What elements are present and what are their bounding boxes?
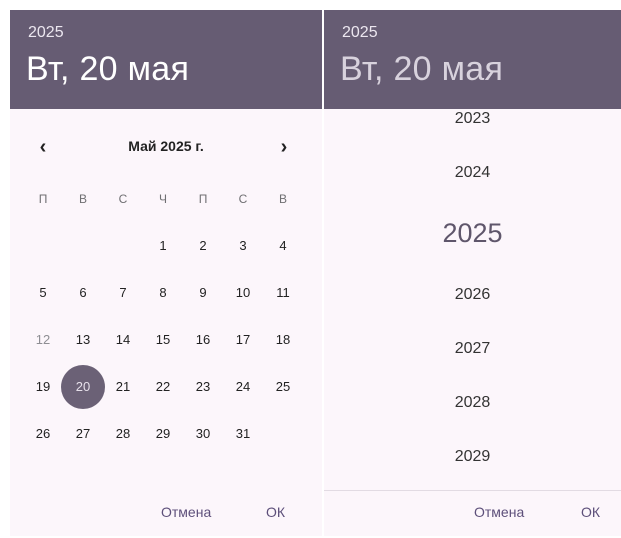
day-number: 28: [115, 426, 131, 441]
day-number: 10: [235, 285, 251, 300]
day-cell[interactable]: 3: [223, 222, 263, 269]
ok-button[interactable]: ОК: [266, 504, 285, 520]
year-item[interactable]: 2028: [324, 394, 621, 412]
header-date[interactable]: Вт, 20 мая: [340, 50, 503, 89]
day-number: 4: [279, 238, 287, 253]
day-grid: 1 2 3 4 5 6 7 8 9 10 11 12 13 14 15 16 1…: [23, 222, 303, 457]
day-cell[interactable]: 6: [63, 269, 103, 316]
weekday-label: В: [78, 192, 87, 206]
year-item[interactable]: 2024: [324, 164, 621, 182]
dialog-actions: Отмена ОК: [10, 490, 322, 536]
day-number: 8: [159, 285, 167, 300]
day-cell[interactable]: 9: [183, 269, 223, 316]
day-cell[interactable]: 19: [23, 363, 63, 410]
day-number: 5: [39, 285, 47, 300]
picker-header: 2025 Вт, 20 мая: [324, 10, 621, 109]
day-number: 6: [79, 285, 87, 300]
day-number: 20: [75, 379, 91, 394]
day-cell[interactable]: 4: [263, 222, 303, 269]
empty-day-cell: [63, 222, 103, 269]
selected-day-cell[interactable]: 20: [63, 363, 103, 410]
year-item[interactable]: 2023: [324, 110, 621, 128]
empty-day-cell: [103, 222, 143, 269]
day-cell[interactable]: 27: [63, 410, 103, 457]
day-number: 27: [75, 426, 91, 441]
day-cell[interactable]: 24: [223, 363, 263, 410]
day-number: 2: [199, 238, 207, 253]
day-cell[interactable]: 2: [183, 222, 223, 269]
weekday-label: С: [238, 192, 248, 206]
empty-day-cell: [23, 222, 63, 269]
ok-button[interactable]: ОК: [581, 504, 600, 520]
chevron-right-icon[interactable]: ›: [271, 134, 297, 160]
day-cell[interactable]: 29: [143, 410, 183, 457]
selected-year-item[interactable]: 2025: [324, 218, 621, 249]
dialog-actions: Отмена ОК: [324, 490, 621, 536]
date-picker-dialog-calendar: 2025 Вт, 20 мая ‹ Май 2025 г. › П В С Ч …: [10, 10, 322, 536]
day-cell[interactable]: 10: [223, 269, 263, 316]
day-cell[interactable]: 13: [63, 316, 103, 363]
day-cell[interactable]: 31: [223, 410, 263, 457]
day-number: 1: [159, 238, 167, 253]
day-number: 29: [155, 426, 171, 441]
day-number: 19: [35, 379, 51, 394]
month-navigation: ‹ Май 2025 г. ›: [10, 134, 322, 160]
day-cell[interactable]: 11: [263, 269, 303, 316]
day-cell[interactable]: 25: [263, 363, 303, 410]
weekday-label: П: [198, 192, 208, 206]
day-number: 30: [195, 426, 211, 441]
day-cell[interactable]: 8: [143, 269, 183, 316]
day-cell[interactable]: 1: [143, 222, 183, 269]
day-number: 11: [276, 285, 290, 300]
year-item[interactable]: 2026: [324, 286, 621, 304]
day-number: 14: [115, 332, 131, 347]
day-number: 26: [35, 426, 51, 441]
weekday-label: П: [38, 192, 48, 206]
day-cell[interactable]: 18: [263, 316, 303, 363]
weekday-label: Ч: [159, 192, 167, 206]
cancel-button[interactable]: Отмена: [474, 504, 524, 520]
picker-header: 2025 Вт, 20 мая: [10, 10, 322, 109]
day-number: 3: [239, 238, 247, 253]
day-number: 23: [195, 379, 211, 394]
day-number: 12: [35, 332, 51, 347]
day-cell[interactable]: 21: [103, 363, 143, 410]
day-number: 21: [115, 379, 131, 394]
weekday-label: В: [278, 192, 287, 206]
day-cell[interactable]: 22: [143, 363, 183, 410]
year-item[interactable]: 2029: [324, 448, 621, 466]
day-number: 25: [275, 379, 291, 394]
weekday-label: С: [118, 192, 128, 206]
day-number: 7: [119, 285, 127, 300]
day-cell[interactable]: 15: [143, 316, 183, 363]
year-item[interactable]: 2027: [324, 340, 621, 358]
day-cell[interactable]: 17: [223, 316, 263, 363]
day-cell[interactable]: 30: [183, 410, 223, 457]
day-cell[interactable]: 26: [23, 410, 63, 457]
day-cell[interactable]: 12: [23, 316, 63, 363]
date-picker-dialog-year: 2025 Вт, 20 мая 2023 2024 2025 2026 2027…: [324, 10, 621, 536]
day-number: 31: [235, 426, 251, 441]
day-number: 24: [235, 379, 251, 394]
day-cell[interactable]: 7: [103, 269, 143, 316]
day-cell[interactable]: 16: [183, 316, 223, 363]
day-cell[interactable]: 28: [103, 410, 143, 457]
day-number: 17: [235, 332, 251, 347]
day-cell[interactable]: 5: [23, 269, 63, 316]
day-number: 9: [199, 285, 207, 300]
day-number: 18: [275, 332, 291, 347]
day-number: 13: [75, 332, 91, 347]
day-number: 15: [155, 332, 171, 347]
day-number: 22: [155, 379, 171, 394]
cancel-button[interactable]: Отмена: [161, 504, 211, 520]
weekday-header-row: П В С Ч П С В: [23, 192, 303, 212]
header-year[interactable]: 2025: [342, 24, 378, 42]
day-number: 16: [195, 332, 211, 347]
day-cell[interactable]: 23: [183, 363, 223, 410]
header-date[interactable]: Вт, 20 мая: [26, 50, 189, 89]
header-year[interactable]: 2025: [28, 24, 64, 42]
year-list[interactable]: 2023 2024 2025 2026 2027 2028 2029: [324, 109, 621, 490]
day-cell[interactable]: 14: [103, 316, 143, 363]
